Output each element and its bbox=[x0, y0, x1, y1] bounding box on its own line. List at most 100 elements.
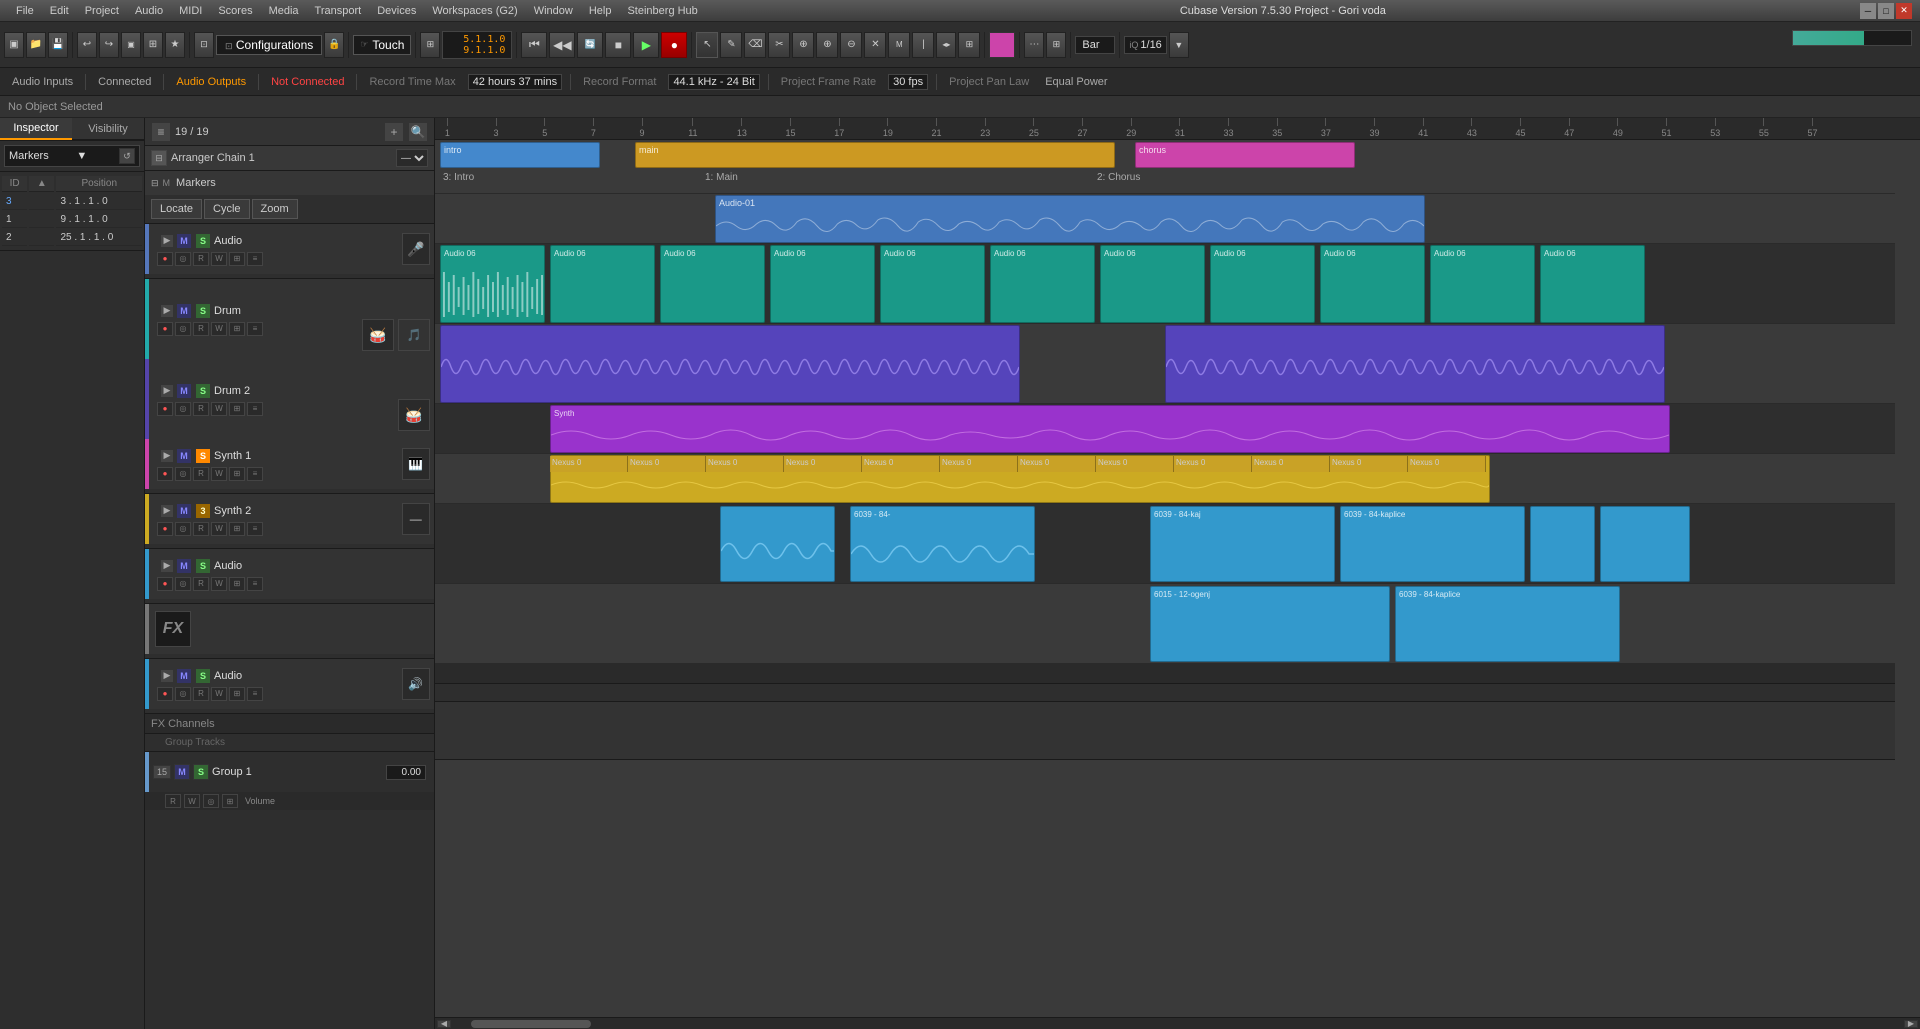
drum-block-5[interactable]: Audio 06 bbox=[880, 245, 985, 323]
marker-row-1[interactable]: 1 9 . 1 . 1 . 0 bbox=[2, 212, 142, 228]
track-solo-drum[interactable]: S bbox=[195, 303, 211, 319]
tool-split-btn[interactable]: ✂ bbox=[768, 32, 790, 58]
track-write-drum2[interactable]: W bbox=[211, 402, 227, 416]
track-mute-drum2[interactable]: M bbox=[176, 383, 192, 399]
track-write-synth2[interactable]: W bbox=[211, 522, 227, 536]
tb-go-left-btn[interactable]: ◀◀ bbox=[549, 32, 575, 58]
minimize-button[interactable]: ─ bbox=[1860, 3, 1876, 19]
nexus-clip-11[interactable]: Nexus 0 bbox=[1330, 456, 1408, 472]
nexus-clip-10[interactable]: Nexus 0 bbox=[1252, 456, 1330, 472]
track-solo-synth2[interactable]: 3 bbox=[195, 503, 211, 519]
tool-select-btn[interactable]: ↖ bbox=[696, 32, 718, 58]
audio3-clip-2[interactable]: 6039 - 84-kaplice bbox=[1395, 586, 1620, 662]
drum-block-3[interactable]: Audio 06 bbox=[660, 245, 765, 323]
track-expand-audio2[interactable]: ▶ bbox=[161, 560, 173, 572]
tool-nudge-btn[interactable]: ◂▸ bbox=[936, 32, 956, 58]
drum2-block-left[interactable] bbox=[440, 325, 1020, 403]
track-solo-audio2[interactable]: S bbox=[195, 558, 211, 574]
menu-steinberg-hub[interactable]: Steinberg Hub bbox=[619, 3, 705, 19]
tb-snap-btn[interactable]: ⊞ bbox=[143, 32, 163, 58]
track-fx-audio2[interactable]: ⊞ bbox=[229, 577, 245, 591]
track-expand-drum2[interactable]: ▶ bbox=[161, 385, 173, 397]
track-mute-audio1[interactable]: M bbox=[176, 233, 192, 249]
audio2-clip-2[interactable]: 6039 - 84- bbox=[850, 506, 1035, 582]
audio-inputs-btn[interactable]: Audio Inputs bbox=[8, 74, 77, 90]
track-monitor-synth2[interactable]: ◎ bbox=[175, 522, 191, 536]
tab-inspector[interactable]: Inspector bbox=[0, 118, 72, 140]
arr-block-intro[interactable]: intro bbox=[440, 142, 600, 168]
track-read-synth2[interactable]: R bbox=[193, 522, 209, 536]
menu-edit[interactable]: Edit bbox=[42, 3, 77, 19]
marker-row-3[interactable]: 3 3 . 1 . 1 . 0 bbox=[2, 194, 142, 210]
track-eq-audio3[interactable]: ≡ bbox=[247, 687, 263, 701]
track-solo-drum2[interactable]: S bbox=[195, 383, 211, 399]
drum-block-8[interactable]: Audio 06 bbox=[1210, 245, 1315, 323]
locate-btn[interactable]: Locate bbox=[151, 199, 202, 219]
drum-block-11[interactable]: Audio 06 bbox=[1540, 245, 1645, 323]
track-read-drum[interactable]: R bbox=[193, 322, 209, 336]
tb-new-btn[interactable]: ▣ bbox=[4, 32, 24, 58]
menu-file[interactable]: File bbox=[8, 3, 42, 19]
track-read-audio3[interactable]: R bbox=[193, 687, 209, 701]
track-monitor-audio3[interactable]: ◎ bbox=[175, 687, 191, 701]
track-eq-drum[interactable]: ≡ bbox=[247, 322, 263, 336]
tool-zoom-in-btn[interactable]: ⊕ bbox=[816, 32, 838, 58]
tb-go-start-btn[interactable]: ⏮ bbox=[521, 32, 547, 58]
track-expand-audio3[interactable]: ▶ bbox=[161, 670, 173, 682]
drum-block-4[interactable]: Audio 06 bbox=[770, 245, 875, 323]
tool-glue-btn[interactable]: ⊕ bbox=[792, 32, 814, 58]
tool-x-btn[interactable]: ✕ bbox=[864, 32, 886, 58]
track-fx-drum2[interactable]: ⊞ bbox=[229, 402, 245, 416]
tb-stop-btn[interactable]: ■ bbox=[605, 32, 631, 58]
menu-audio[interactable]: Audio bbox=[127, 3, 171, 19]
menu-project[interactable]: Project bbox=[77, 3, 127, 19]
zoom-btn[interactable]: Zoom bbox=[252, 199, 298, 219]
tb-star-btn[interactable]: ★ bbox=[165, 32, 185, 58]
tool-zoom-out-btn[interactable]: ⊖ bbox=[840, 32, 862, 58]
menu-window[interactable]: Window bbox=[526, 3, 581, 19]
tb-save-btn[interactable]: 💾 bbox=[48, 32, 68, 58]
h-scroll-thumb[interactable] bbox=[471, 1020, 591, 1028]
track-write-drum[interactable]: W bbox=[211, 322, 227, 336]
group1-ctrl-btn[interactable]: ◎ bbox=[203, 794, 219, 808]
search-track-btn[interactable]: 🔍 bbox=[408, 122, 428, 142]
track-eq-synth2[interactable]: ≡ bbox=[247, 522, 263, 536]
tb-snap-toggle-btn[interactable]: ⊞ bbox=[1046, 32, 1066, 58]
track-rec-audio1[interactable]: ● bbox=[157, 252, 173, 266]
track-read-synth1[interactable]: R bbox=[193, 467, 209, 481]
track-fx-audio1[interactable]: ⊞ bbox=[229, 252, 245, 266]
track-fx-drum[interactable]: ⊞ bbox=[229, 322, 245, 336]
menu-devices[interactable]: Devices bbox=[369, 3, 424, 19]
menu-transport[interactable]: Transport bbox=[307, 3, 370, 19]
marker-row-2[interactable]: 2 25 . 1 . 1 . 0 bbox=[2, 230, 142, 246]
track-monitor-synth1[interactable]: ◎ bbox=[175, 467, 191, 481]
tb-play-btn[interactable]: ▶ bbox=[633, 32, 659, 58]
drum-block-1[interactable]: Audio 06 bbox=[440, 245, 545, 323]
audio2-clip-1[interactable] bbox=[720, 506, 835, 582]
tb-more-tools-btn[interactable]: ⋯ bbox=[1024, 32, 1044, 58]
tb-cycle-btn[interactable]: 🔄 bbox=[577, 32, 603, 58]
nexus-clip-7[interactable]: Nexus 0 bbox=[1018, 456, 1096, 472]
nexus-clip-2[interactable]: Nexus 0 bbox=[628, 456, 706, 472]
track-solo-synth1[interactable]: S bbox=[195, 448, 211, 464]
col-sort[interactable]: ▲ bbox=[29, 176, 54, 192]
menu-media[interactable]: Media bbox=[261, 3, 307, 19]
audio3-clip-1[interactable]: 6015 - 12-ogenj bbox=[1150, 586, 1390, 662]
track-mute-audio2[interactable]: M bbox=[176, 558, 192, 574]
track-mute-drum[interactable]: M bbox=[176, 303, 192, 319]
track-fx-synth1[interactable]: ⊞ bbox=[229, 467, 245, 481]
tab-visibility[interactable]: Visibility bbox=[72, 118, 144, 140]
drum-block-6[interactable]: Audio 06 bbox=[990, 245, 1095, 323]
audio2-clip-4[interactable]: 6039 - 84-kaplice bbox=[1340, 506, 1525, 582]
quantize-dropdown-btn[interactable]: ▼ bbox=[1169, 32, 1189, 58]
not-connected-btn[interactable]: Not Connected bbox=[267, 74, 348, 90]
tool-erase-btn[interactable]: ⌫ bbox=[744, 32, 766, 58]
track-expand-synth2[interactable]: ▶ bbox=[161, 505, 173, 517]
audio2-clip-5[interactable] bbox=[1530, 506, 1595, 582]
group1-w-btn[interactable]: W bbox=[184, 794, 200, 808]
menu-help[interactable]: Help bbox=[581, 3, 620, 19]
tb-sync-btn[interactable]: ⊞ bbox=[420, 32, 440, 58]
track-monitor-audio2[interactable]: ◎ bbox=[175, 577, 191, 591]
menu-workspaces[interactable]: Workspaces (G2) bbox=[424, 3, 525, 19]
nexus-clip-9[interactable]: Nexus 0 bbox=[1174, 456, 1252, 472]
